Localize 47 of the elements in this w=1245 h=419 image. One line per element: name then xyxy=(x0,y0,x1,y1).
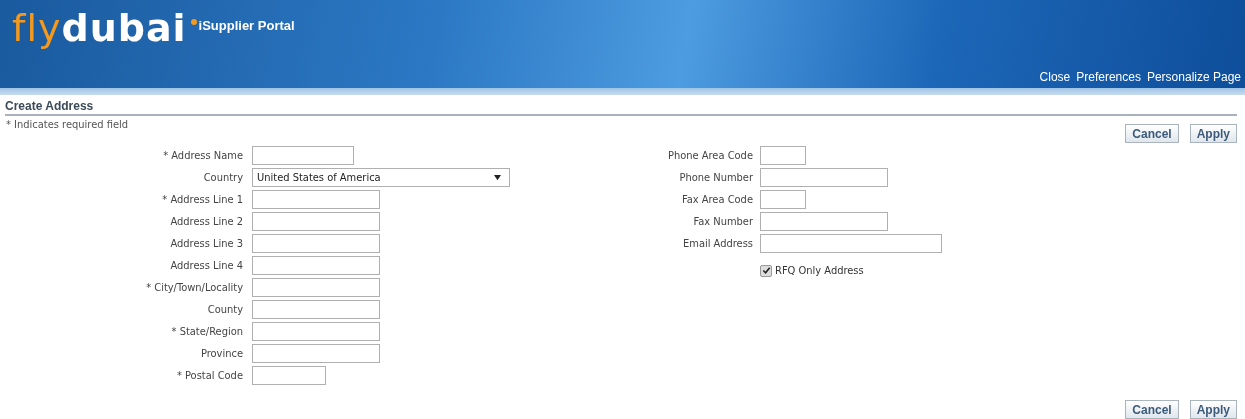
field-label: Email Address xyxy=(682,237,753,250)
action-button[interactable]: Apply xyxy=(1189,124,1237,143)
field-label: Country xyxy=(202,171,243,184)
checkbox[interactable] xyxy=(760,264,772,277)
action-button[interactable]: Cancel xyxy=(1125,124,1179,143)
input-field[interactable] xyxy=(252,344,380,363)
field-label: * Postal Code xyxy=(175,369,243,382)
checkbox-label: RFQ Only Address xyxy=(775,264,864,277)
field-label: Fax Number xyxy=(692,215,753,228)
required-note: * Indicates required field xyxy=(6,118,129,131)
input-field[interactable] xyxy=(252,146,354,165)
field-label: * Address Line 1 xyxy=(161,193,243,206)
input-field[interactable] xyxy=(760,168,888,187)
input-field[interactable] xyxy=(760,234,942,253)
field-label: County xyxy=(206,303,243,316)
input-field[interactable] xyxy=(252,366,326,385)
country-select[interactable]: United States of America xyxy=(252,168,510,187)
input-field[interactable] xyxy=(252,278,380,297)
field-label: Phone Number xyxy=(678,171,753,184)
action-button[interactable]: Apply xyxy=(1189,400,1237,419)
input-field[interactable] xyxy=(760,190,806,209)
field-label: Address Line 3 xyxy=(169,237,243,250)
dot-icon xyxy=(190,19,197,25)
header-link[interactable]: Preferences xyxy=(1076,70,1141,84)
input-field[interactable] xyxy=(252,256,380,275)
input-field[interactable] xyxy=(252,234,380,253)
field-label: Phone Area Code xyxy=(666,149,753,162)
action-button[interactable]: Cancel xyxy=(1125,400,1179,419)
portal-name: iSupplier Portal xyxy=(198,17,295,33)
field-label: * Address Name xyxy=(162,149,243,162)
input-field[interactable] xyxy=(760,212,888,231)
header-link[interactable]: Personalize Page xyxy=(1146,70,1241,84)
input-field[interactable] xyxy=(252,212,380,231)
logo: flydubai xyxy=(12,6,187,50)
page-title: Create Address xyxy=(5,99,94,113)
input-field[interactable] xyxy=(760,146,806,165)
field-label: Fax Area Code xyxy=(681,193,753,206)
field-label: Address Line 2 xyxy=(169,215,243,228)
dropdown-arrow-icon xyxy=(494,174,501,181)
field-label: * City/Town/Locality xyxy=(145,281,243,294)
field-label: Province xyxy=(199,347,243,360)
input-field[interactable] xyxy=(252,322,380,341)
input-field[interactable] xyxy=(252,300,380,319)
input-field[interactable] xyxy=(252,190,380,209)
field-label: Address Line 4 xyxy=(169,259,243,272)
field-label: * State/Region xyxy=(170,325,243,338)
header-link[interactable]: Close xyxy=(1039,70,1071,84)
